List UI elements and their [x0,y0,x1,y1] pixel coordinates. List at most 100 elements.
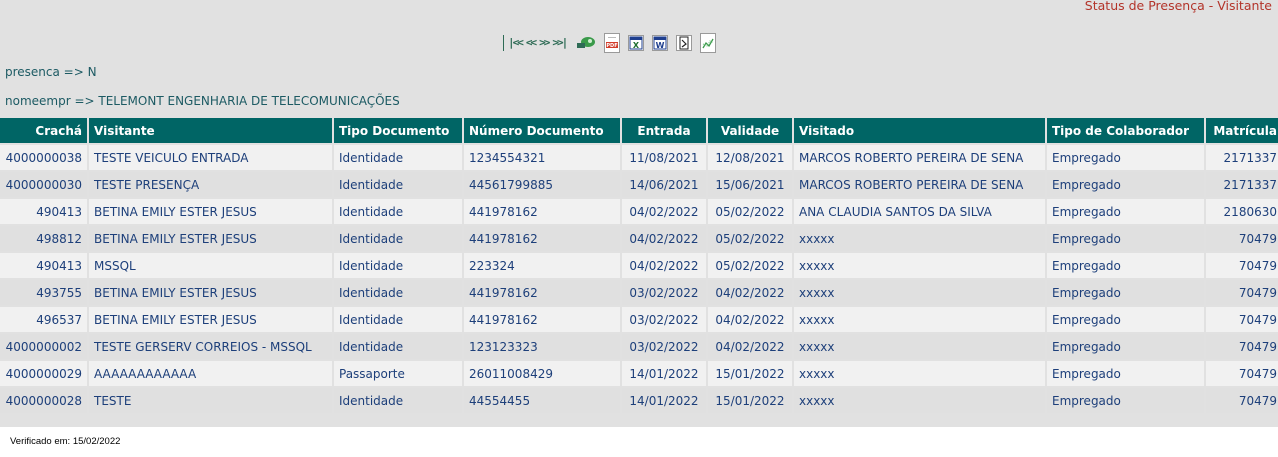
filter-nomeempr: nomeempr => TELEMONT ENGENHARIA DE TELEC… [5,94,400,108]
chart-icon[interactable] [700,33,717,53]
table-row[interactable]: 498812 BETINA EMILY ESTER JESUS Identidade… [0,226,1278,251]
table-row[interactable]: 4000000030 TESTE PRESENÇA Identidade 445617… [0,172,1278,197]
previous-page-button[interactable]: << [524,36,537,50]
cell-visitante: MSSQL [89,253,332,278]
cell-matricula: 2171337 [1206,145,1278,170]
cell-visitado: xxxxx [794,388,1045,413]
cell-numero-documento: 441978162 [464,307,620,332]
cell-matricula: 2171337 [1206,172,1278,197]
column-header-numero-documento[interactable]: Número Documento [464,118,620,143]
table-row[interactable]: 490413 MSSQL Identidade 223324 04/02/2022 05/… [0,253,1278,278]
cell-validade: 04/02/2022 [708,334,792,359]
cell-visitado: xxxxx [794,226,1045,251]
cell-entrada: 14/06/2021 [622,172,706,197]
toolbar: |<< << >> >>| PDF X W [501,31,717,55]
cell-tipo-documento: Identidade [334,172,462,197]
cell-cracha: 4000000038 [0,145,87,170]
cell-matricula: 70479 [1206,361,1278,386]
excel-icon[interactable]: X [628,35,645,51]
cell-numero-documento: 441978162 [464,226,620,251]
table-row[interactable]: 4000000029 AAAAAAAAAAAA Passaporte 26011008… [0,361,1278,386]
column-header-visitante[interactable]: Visitante [89,118,332,143]
svg-text:W: W [656,41,665,50]
cell-matricula: 70479 [1206,253,1278,278]
svg-text:X: X [633,41,640,50]
svg-text:PDF: PDF [607,43,618,49]
cell-numero-documento: 44554455 [464,388,620,413]
cell-cracha: 493755 [0,280,87,305]
cell-validade: 05/02/2022 [708,199,792,224]
cell-tipo-colaborador: Empregado [1047,307,1204,332]
table-row[interactable]: 493755 BETINA EMILY ESTER JESUS Identidade… [0,280,1278,305]
cell-entrada: 03/02/2022 [622,334,706,359]
cell-matricula: 70479 [1206,388,1278,413]
column-header-cracha[interactable]: Crachá [0,118,87,143]
table-row[interactable]: 4000000028 TESTE Identidade 44554455 14/01/2… [0,388,1278,413]
cell-matricula: 70479 [1206,280,1278,305]
table-row[interactable]: 4000000038 TESTE VEICULO ENTRADA Identidad… [0,145,1278,170]
cell-visitado: xxxxx [794,307,1045,332]
column-header-tipo-documento[interactable]: Tipo Documento [334,118,462,143]
cell-tipo-documento: Identidade [334,307,462,332]
cell-visitante: TESTE VEICULO ENTRADA [89,145,332,170]
cell-visitante: AAAAAAAAAAAA [89,361,332,386]
cell-entrada: 11/08/2021 [622,145,706,170]
pdf-icon[interactable]: PDF [604,33,621,53]
cell-visitante: BETINA EMILY ESTER JESUS [89,226,332,251]
table-row[interactable]: 496537 BETINA EMILY ESTER JESUS Identidade… [0,307,1278,332]
cell-numero-documento: 223324 [464,253,620,278]
cell-visitado: xxxxx [794,334,1045,359]
cell-validade: 15/06/2021 [708,172,792,197]
cell-numero-documento: 441978162 [464,199,620,224]
next-page-button[interactable]: >> [537,36,550,50]
refresh-icon[interactable] [576,35,596,51]
cell-validade: 04/02/2022 [708,280,792,305]
table-body: 4000000038 TESTE VEICULO ENTRADA Identidad… [0,145,1278,413]
cell-tipo-colaborador: Empregado [1047,226,1204,251]
cell-validade: 05/02/2022 [708,226,792,251]
cell-entrada: 14/01/2022 [622,388,706,413]
table-row[interactable]: 490413 BETINA EMILY ESTER JESUS Identidade… [0,199,1278,224]
column-header-validade[interactable]: Validade [708,118,792,143]
word-icon[interactable]: W [652,35,669,51]
toolbar-separator [503,35,504,51]
cell-validade: 12/08/2021 [708,145,792,170]
column-header-matricula[interactable]: Matrícula [1206,118,1278,143]
cell-cracha: 490413 [0,199,87,224]
cell-visitante: TESTE PRESENÇA [89,172,332,197]
cell-tipo-documento: Identidade [334,253,462,278]
cell-tipo-colaborador: Empregado [1047,388,1204,413]
cell-numero-documento: 1234554321 [464,145,620,170]
column-header-entrada[interactable]: Entrada [622,118,706,143]
cell-matricula: 2180630 [1206,199,1278,224]
last-page-button[interactable]: >>| [550,36,568,50]
cell-numero-documento: 26011008429 [464,361,620,386]
cell-numero-documento: 123123323 [464,334,620,359]
column-header-visitado[interactable]: Visitado [794,118,1045,143]
cell-cracha: 4000000029 [0,361,87,386]
column-header-tipo-colaborador[interactable]: Tipo de Colaborador [1047,118,1204,143]
cell-entrada: 04/02/2022 [622,253,706,278]
cell-validade: 05/02/2022 [708,253,792,278]
table-row[interactable]: 4000000002 TESTE GERSERV CORREIOS - MSSQL… [0,334,1278,359]
first-page-button[interactable]: |<< [506,36,524,50]
cell-entrada: 04/02/2022 [622,226,706,251]
cell-cracha: 4000000028 [0,388,87,413]
cell-visitante: BETINA EMILY ESTER JESUS [89,307,332,332]
cell-visitado: xxxxx [794,280,1045,305]
cell-numero-documento: 441978162 [464,280,620,305]
cell-cracha: 496537 [0,307,87,332]
filter-presenca: presenca => N [5,65,97,79]
cell-visitante: BETINA EMILY ESTER JESUS [89,280,332,305]
print-icon[interactable] [676,35,693,51]
cell-visitado: ANA CLAUDIA SANTOS DA SILVA [794,199,1045,224]
cell-cracha: 490413 [0,253,87,278]
cell-entrada: 03/02/2022 [622,307,706,332]
cell-entrada: 04/02/2022 [622,199,706,224]
cell-cracha: 4000000030 [0,172,87,197]
cell-visitado: MARCOS ROBERTO PEREIRA DE SENA [794,172,1045,197]
cell-validade: 15/01/2022 [708,361,792,386]
cell-visitante: TESTE [89,388,332,413]
cell-visitado: MARCOS ROBERTO PEREIRA DE SENA [794,145,1045,170]
cell-tipo-colaborador: Empregado [1047,253,1204,278]
